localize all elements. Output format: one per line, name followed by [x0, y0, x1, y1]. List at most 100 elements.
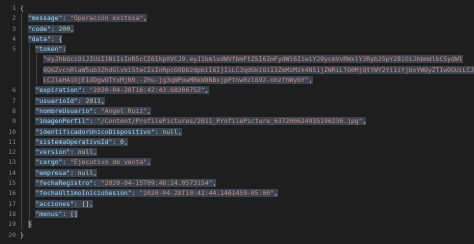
indent-guide [28, 105, 30, 117]
code-line[interactable]: 13 "cargo": "Ejecutivo de venta", [0, 157, 474, 168]
code-token: "data" [27, 34, 51, 43]
selection-highlight: "code": 200, [27, 24, 74, 33]
code-text[interactable]: "version": null, [35, 147, 98, 157]
code-token: , [123, 137, 128, 146]
line-number: 1 [12, 4, 16, 12]
code-line[interactable]: 7 "usuarioId": 2011, [0, 95, 474, 106]
code-line[interactable]: 3 "code": 200, [0, 23, 474, 34]
code-line[interactable]: 8 "nombreUsuario": "Angel Ruiz", [0, 105, 474, 117]
code-token: "expiration" [35, 86, 82, 95]
code-token: { [20, 4, 24, 12]
indent-guide [28, 157, 30, 168]
code-token: : [62, 158, 71, 167]
code-line[interactable]: 2 "message": "Operación exitosa", [0, 13, 474, 24]
code-text[interactable]: "eyJhbGciOiJIUzI1NiIsInR5cCI6IkpXVCJ9.ey… [43, 54, 463, 64]
code-token: LCJleHAiOjE1ODgwOTYxMjN9.-Zhu-jg3qWPowMR… [43, 76, 309, 85]
selection-highlight: 6QGZvcnRlaW5ub3ZhdGlvbi5teCIsInRpcG9Db2d… [43, 65, 474, 74]
indent-guide [21, 126, 22, 137]
code-text[interactable]: { [20, 3, 24, 13]
code-text[interactable]: "fechaUltimoInicioSesion": "2020-04-28T1… [35, 188, 278, 198]
selection-highlight: "token": [35, 45, 67, 54]
selection-highlight: "message": "Operación exitosa", [27, 14, 148, 23]
code-line[interactable]: 4 "data": { [0, 33, 474, 45]
code-line[interactable]: 9 "imagenPerfil": "/Content/ProfilePictur… [0, 116, 474, 127]
code-token: 2011 [85, 96, 101, 105]
selection-highlight: "nombreUsuario": "Angel Ruiz", [35, 106, 151, 115]
line-number: 6 [12, 86, 16, 95]
code-token: : [112, 137, 121, 146]
code-line[interactable]: 20} [0, 230, 474, 240]
code-line[interactable]: 11 "sistemaOperativoId": 0, [0, 136, 474, 148]
line-number: 3 [12, 24, 16, 33]
code-line[interactable]: 17 "acciones": [], [0, 198, 474, 209]
code-line[interactable]: 6 "expiration": "2020-04-28T16:42:43.6820… [0, 85, 474, 96]
code-text[interactable]: } [20, 230, 24, 240]
code-token: } [20, 230, 24, 239]
code-text[interactable]: "data": { [27, 34, 63, 44]
code-text[interactable]: "sistemaOperativoId": 0, [35, 137, 128, 147]
code-token: , [177, 127, 182, 136]
code-text[interactable]: "acciones": [], [35, 199, 94, 209]
code-text[interactable]: } [27, 219, 32, 229]
code-text[interactable]: "menus": [] [35, 209, 78, 219]
code-text[interactable]: "empresa": null, [35, 168, 98, 178]
code-text[interactable]: 6QGZvcnRlaW5ub3ZhdGlvbi5teCIsInRpcG9Db2d… [43, 65, 474, 75]
code-line[interactable]: 16 "fechaUltimoInicioSesion": "2020-04-28… [0, 188, 474, 199]
code-token: , [143, 14, 148, 23]
indent-guide [21, 64, 22, 76]
code-token: "Operación exitosa" [70, 14, 144, 23]
indent-guide [28, 198, 30, 209]
code-token: null [77, 168, 94, 177]
code-text[interactable]: "expiration": "2020-04-28T16:42:43.68206… [35, 85, 209, 95]
line-number: 12 [8, 148, 16, 157]
indent-guide [21, 167, 22, 179]
code-line[interactable]: "eyJhbGciOiJIUzI1NiIsInR5cCI6IkpXVCJ9.ey… [0, 54, 474, 65]
code-line[interactable]: 10 "identificadorUnicoDispositivo": null, [0, 126, 474, 137]
indent-guide [21, 136, 22, 148]
code-text[interactable]: "code": 200, [27, 24, 74, 34]
code-token: , [204, 86, 209, 95]
code-token: "eyJhbGciOiJIUzI1NiIsInR5cCI6IkpXVCJ9.ey… [43, 55, 463, 64]
selection-highlight: "imagenPerfil": "/Content/ProfilePicture… [35, 117, 367, 126]
code-token: : [70, 148, 78, 157]
code-line[interactable]: 5 "token": [0, 44, 474, 55]
code-token: "fechaRegistro" [35, 179, 94, 188]
line-number: 14 [8, 168, 16, 177]
line-number: 13 [8, 158, 16, 167]
code-line[interactable]: 6QGZvcnRlaW5ub3ZhdGlvbi5teCIsInRpcG9Db2d… [0, 64, 474, 76]
code-text[interactable]: "cargo": "Ejecutivo de venta", [35, 157, 151, 167]
code-text[interactable]: "fechaRegistro": "2020-04-15T09:46:24.05… [35, 178, 217, 188]
code-token: : [] [62, 209, 78, 218]
selection-highlight: "data": { [27, 34, 63, 43]
indent-guide [21, 23, 22, 34]
code-token: null [77, 148, 94, 157]
code-line[interactable]: 18 "menus": [] [0, 208, 474, 220]
code-token: 200 [58, 24, 71, 33]
code-text[interactable]: "nombreUsuario": "Angel Ruiz", [35, 106, 151, 116]
line-number: 8 [12, 106, 16, 115]
code-token: "Angel Ruiz" [100, 106, 148, 115]
selection-highlight: "identificadorUnicoDispositivo": null, [35, 127, 182, 136]
code-line[interactable]: 19} [0, 219, 474, 230]
code-token: null [162, 127, 178, 136]
selection-highlight: "eyJhbGciOiJIUzI1NiIsInR5cCI6IkpXVCJ9.ey… [43, 55, 463, 64]
code-token: "2020-04-15T09:46:24.0573154" [100, 179, 213, 188]
code-text[interactable]: "message": "Operación exitosa", [27, 13, 148, 23]
json-editor[interactable]: 1{2 "message": "Operación exitosa", 3 "code… [0, 0, 474, 244]
code-text[interactable]: "usuarioId": 2011, [35, 96, 105, 106]
code-text[interactable]: "token": [35, 44, 67, 54]
code-line[interactable]: 1{ [0, 3, 474, 13]
selection-highlight: } [20, 231, 24, 239]
code-token: "usuarioId" [35, 96, 78, 105]
code-token: } [27, 220, 32, 229]
code-line[interactable]: LCJleHAiOjE1ODgwOTYxMjN9.-Zhu-jg3qWPowMR… [0, 75, 474, 86]
code-line[interactable]: 14 "empresa": null, [0, 167, 474, 179]
indent-guide [21, 198, 22, 209]
code-line[interactable]: 12 "version": null, [0, 147, 474, 158]
selection-highlight: "acciones": [], [35, 199, 94, 208]
code-text[interactable]: "identificadorUnicoDispositivo": null, [35, 127, 182, 137]
code-text[interactable]: "imagenPerfil": "/Content/ProfilePicture… [35, 116, 367, 126]
code-line[interactable]: 15 "fechaRegistro": "2020-04-15T09:46:24.… [0, 178, 474, 189]
code-token: , [147, 158, 151, 167]
code-text[interactable]: LCJleHAiOjE1ODgwOTYxMjN9.-Zhu-jg3qWPowMR… [43, 75, 313, 85]
